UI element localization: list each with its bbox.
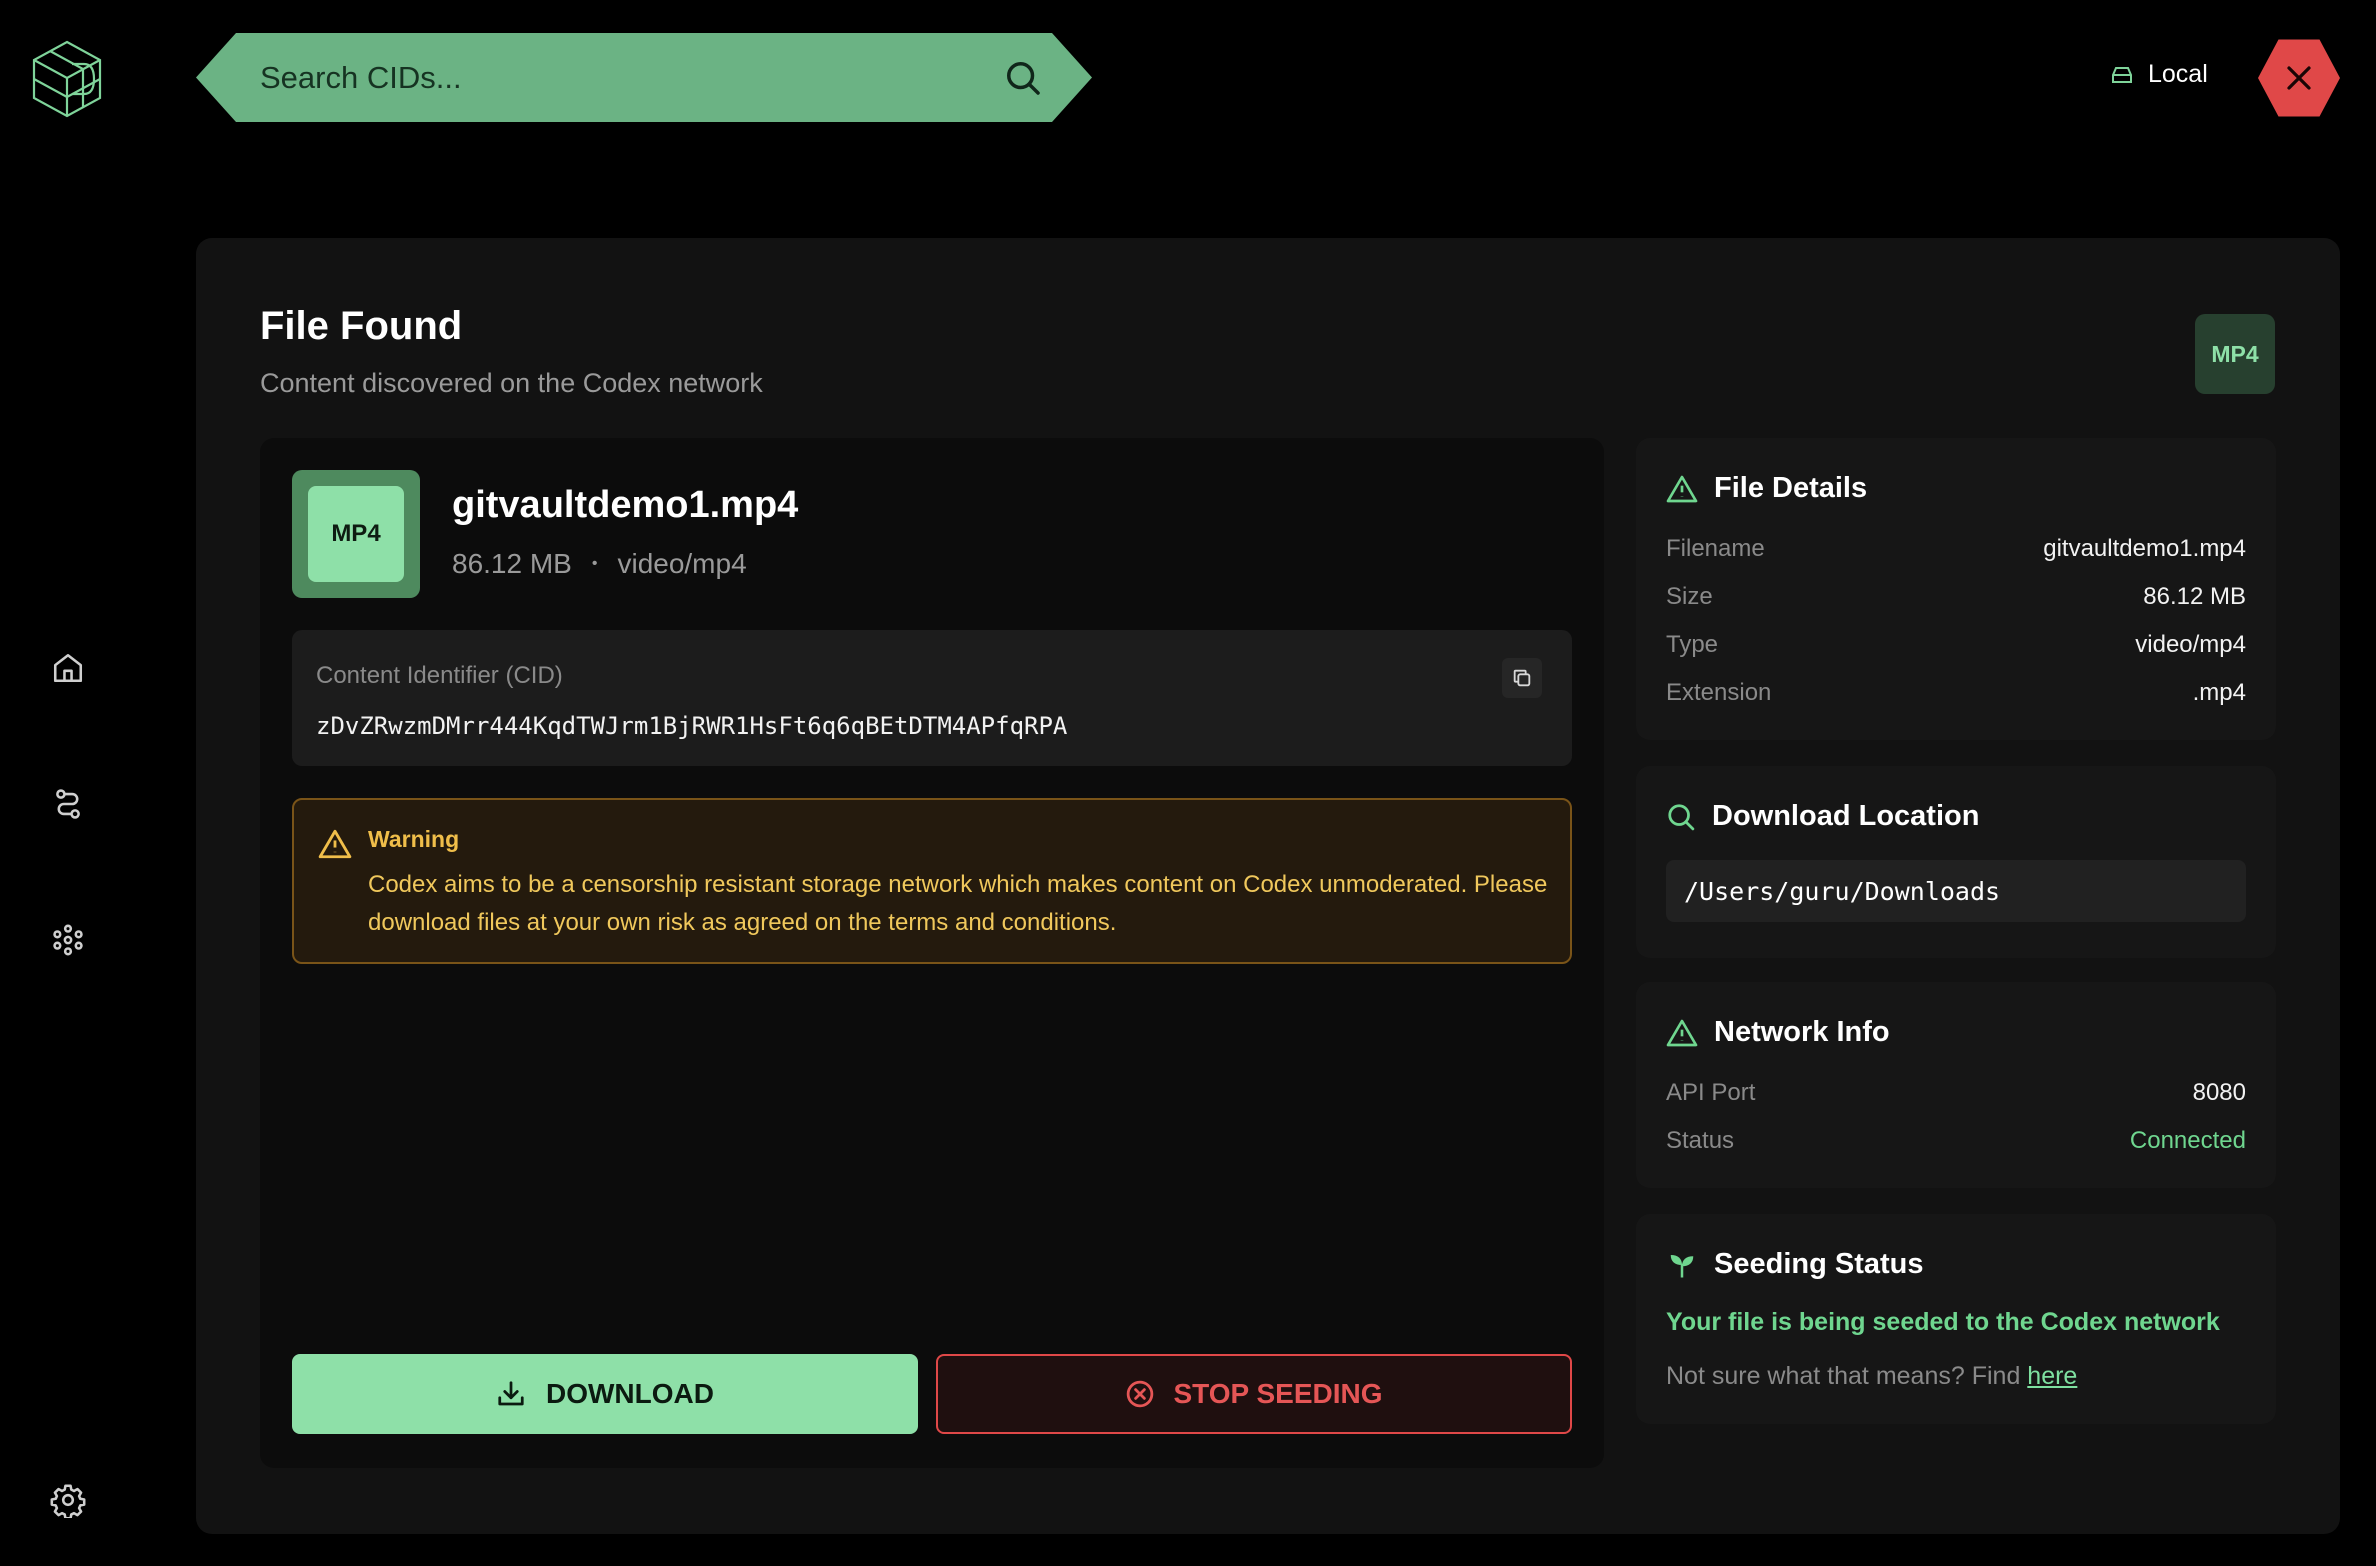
file-card: MP4 gitvaultdemo1.mp4 86.12 MB • video/m… (260, 438, 1604, 1468)
cid-value[interactable]: zDvZRwzmDMrr444KqdTWJrm1BjRWR1HsFt6q6qBE… (316, 712, 1067, 740)
detail-key: Filename (1666, 535, 1765, 562)
file-details-title: File Details (1714, 472, 1868, 504)
warning-text: Codex aims to be a censorship resistant … (368, 871, 1548, 936)
stop-seeding-button[interactable]: STOP SEEDING (936, 1354, 1572, 1434)
status-connected: Connected (2129, 1127, 2246, 1154)
network-value: 8080 (2192, 1079, 2246, 1106)
download-location-card: Download Location /Users/guru/Downloads (1636, 766, 2276, 958)
warning-box: Warning Codex aims to be a censorship re… (292, 798, 1572, 964)
cid-label: Content Identifier (CID) (316, 662, 563, 689)
warning-icon (318, 829, 352, 859)
search-input[interactable] (260, 47, 960, 108)
extension-badge: MP4 (2195, 314, 2275, 394)
network-info-header: Network Info (1666, 1016, 1890, 1049)
cid-box: Content Identifier (CID) zDvZRwzmDMrr444… (292, 630, 1572, 766)
close-button[interactable] (2258, 39, 2340, 117)
stop-seeding-label: STOP SEEDING (1173, 1378, 1383, 1409)
warning-title: Warning (368, 826, 460, 852)
routes-icon[interactable] (48, 784, 88, 824)
detail-row-size: Size 86.12 MB (1666, 583, 2246, 611)
close-icon (2287, 66, 2311, 90)
detail-value: .mp4 (2192, 679, 2246, 706)
stop-circle-icon (1127, 1380, 1154, 1408)
alert-triangle-icon (1666, 1019, 1698, 1046)
detail-row-type: Type video/mp4 (1666, 631, 2246, 659)
detail-key: Size (1666, 583, 1713, 610)
node-mode-indicator[interactable]: Local (2110, 60, 2208, 89)
network-info-title: Network Info (1714, 1016, 1890, 1048)
peers-icon[interactable] (48, 920, 88, 960)
seeding-help: Not sure what that means? Find here (1666, 1362, 2077, 1391)
download-location-header: Download Location (1666, 800, 1979, 833)
search-bar[interactable] (196, 33, 1092, 122)
seeding-status-card: Seeding Status Your file is being seeded… (1636, 1214, 2276, 1424)
download-button[interactable]: DOWNLOAD (292, 1354, 918, 1434)
network-key: API Port (1666, 1079, 1756, 1106)
alert-triangle-icon (1666, 475, 1698, 502)
network-info-card: Network Info API Port 8080 Status Connec… (1636, 982, 2276, 1188)
detail-key: Extension (1666, 679, 1772, 706)
node-mode-label: Local (2148, 60, 2208, 88)
sprout-icon (1670, 1254, 1694, 1277)
download-label: DOWNLOAD (546, 1378, 714, 1409)
copy-cid-button[interactable] (1502, 658, 1542, 698)
file-name: gitvaultdemo1.mp4 (452, 484, 799, 526)
drive-icon (2112, 66, 2132, 83)
detail-row-filename: Filename gitvaultdemo1.mp4 (1666, 535, 2246, 563)
seeding-help-link[interactable]: here (2027, 1362, 2077, 1390)
detail-key: Type (1666, 631, 1719, 658)
file-type-label: MP4 (308, 486, 404, 582)
seeding-help-text: Not sure what that means? Find (1666, 1362, 2028, 1390)
network-key: Status (1666, 1127, 1735, 1154)
file-mime: video/mp4 (617, 548, 747, 579)
page-subtitle: Content discovered on the Codex network (260, 368, 763, 398)
file-found-panel: File Found Content discovered on the Cod… (196, 238, 2340, 1534)
detail-value: 86.12 MB (2143, 583, 2246, 610)
download-location-title: Download Location (1712, 800, 1980, 832)
detail-value: video/mp4 (2135, 631, 2246, 658)
settings-icon[interactable] (48, 1480, 88, 1520)
download-path-field[interactable]: /Users/guru/Downloads (1666, 860, 2246, 922)
codex-logo-icon[interactable] (28, 38, 106, 120)
download-icon (498, 1381, 524, 1406)
detail-value: gitvaultdemo1.mp4 (2043, 535, 2246, 562)
file-size: 86.12 MB (452, 548, 572, 579)
detail-row-extension: Extension .mp4 (1666, 679, 2246, 707)
home-icon[interactable] (48, 648, 88, 688)
page-title: File Found (260, 304, 463, 348)
search-icon[interactable] (1004, 59, 1042, 97)
seeding-status-header: Seeding Status (1666, 1248, 1924, 1281)
seeding-status-title: Seeding Status (1714, 1248, 1924, 1280)
meta-separator: • (591, 555, 598, 572)
seeding-message: Your file is being seeded to the Codex n… (1666, 1308, 2220, 1336)
search-icon (1668, 803, 1695, 830)
network-row-status: Status Connected (1666, 1127, 2246, 1155)
network-row-api-port: API Port 8080 (1666, 1079, 2246, 1107)
file-details-card: File Details Filename gitvaultdemo1.mp4 … (1636, 438, 2276, 740)
file-thumbnail: MP4 (292, 470, 420, 598)
file-meta: 86.12 MB • video/mp4 (452, 548, 747, 580)
file-details-header: File Details (1666, 472, 1867, 505)
copy-icon (1513, 669, 1531, 687)
